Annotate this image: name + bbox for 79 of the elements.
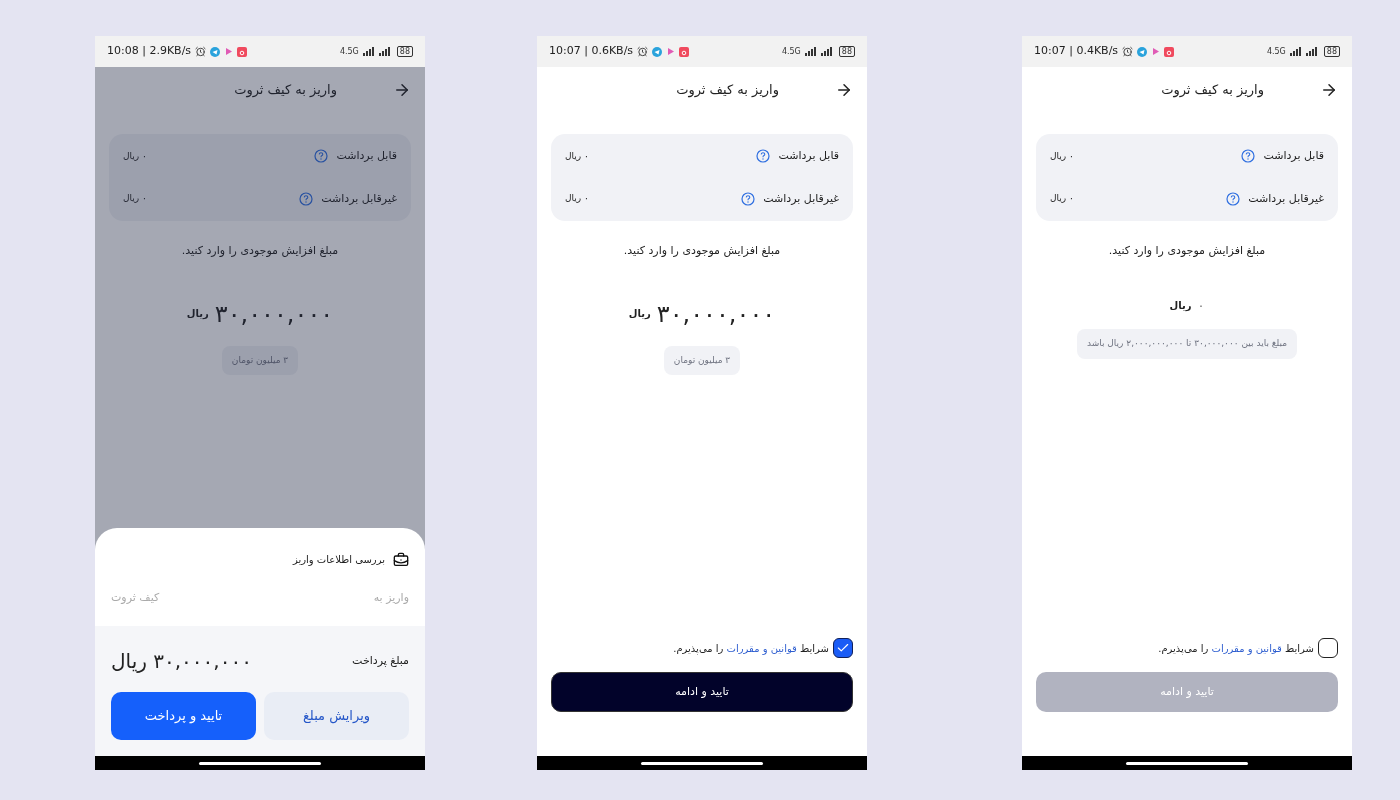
balance-label: قابل برداشت	[336, 148, 397, 164]
paper-plane-icon	[1137, 46, 1148, 57]
terms-sentence: شرایط قوانین و مقررات را می‌پذیرم.	[1158, 641, 1314, 656]
status-time: 10:08 | 2.9KB/s	[107, 43, 192, 60]
terms-checkbox[interactable]	[1318, 638, 1338, 658]
currency-unit: ریال	[1169, 298, 1192, 313]
app-icon	[1164, 46, 1175, 57]
app-icon	[237, 46, 248, 57]
battery-indicator: 88	[396, 46, 413, 57]
network-label: 4.5G	[781, 47, 801, 56]
balance-label: غیرقابل برداشت	[763, 190, 839, 207]
balance-label: قابل برداشت	[778, 148, 839, 164]
sheet-row-value: کیف ثروت	[111, 589, 160, 606]
amount-value: ۳۰,۰۰۰,۰۰۰	[656, 298, 776, 330]
continue-button[interactable]: تایید و ادامه	[551, 672, 853, 712]
battery-indicator: 88	[1323, 46, 1340, 57]
amount-hint: مبلغ باید بین ۳۰,۰۰۰,۰۰۰ تا ۲,۰۰۰,۰۰۰,۰۰۰ ریال باشد	[1076, 329, 1298, 359]
signal-icon	[1305, 47, 1318, 56]
currency-unit: ریال	[186, 307, 209, 321]
currency-unit: ریال	[628, 307, 651, 321]
balance-label: قابل برداشت	[1263, 148, 1324, 164]
balance-value: ۰ ریال	[565, 192, 589, 205]
amount-prompt: مبلغ افزایش موجودی را وارد کنید.	[622, 243, 782, 259]
battery-indicator: 88	[838, 46, 855, 57]
signal-icon	[820, 47, 833, 56]
signal-icon	[378, 47, 391, 56]
amount-hint: ۳ میلیون تومان	[663, 345, 741, 375]
amount-prompt: مبلغ افزایش موجودی را وارد کنید.	[1107, 243, 1267, 259]
balance-value: ۰ ریال	[123, 149, 147, 163]
page-title: واریز به کیف ثروت	[234, 80, 337, 100]
balance-value: ۰ ریال	[565, 149, 589, 163]
play-icon	[1151, 47, 1161, 56]
help-icon[interactable]	[741, 191, 756, 206]
network-label: 4.5G	[1266, 47, 1286, 56]
terms-link[interactable]: قوانین و مقررات	[726, 642, 797, 654]
balance-value: ۰ ریال	[1050, 192, 1074, 205]
play-icon	[224, 47, 234, 56]
sheet-row-label: واریز به	[373, 589, 409, 606]
amount-value: ۳۰,۰۰۰,۰۰۰	[214, 298, 334, 330]
total-label: مبلغ پرداخت	[352, 652, 409, 669]
balance-label: غیرقابل برداشت	[321, 190, 397, 207]
page-title: واریز به کیف ثروت	[676, 80, 779, 100]
total-amount: ۳۰,۰۰۰,۰۰۰ ریال	[111, 648, 252, 675]
terms-checkbox[interactable]	[833, 638, 853, 658]
home-indicator[interactable]	[199, 761, 321, 765]
signal-icon	[1289, 47, 1302, 56]
app-icon	[679, 46, 690, 57]
alarm-icon	[1122, 46, 1134, 57]
status-time: 10:07 | 0.4KB/s	[1034, 43, 1119, 60]
home-indicator[interactable]	[641, 761, 763, 765]
home-indicator[interactable]	[1126, 761, 1248, 765]
terms-sentence: شرایط قوانین و مقررات را می‌پذیرم.	[673, 641, 829, 656]
balance-value: ۰ ریال	[1050, 149, 1074, 163]
amount-hint: ۳ میلیون تومان	[221, 345, 299, 375]
alarm-icon	[195, 46, 207, 57]
status-time: 10:07 | 0.6KB/s	[549, 43, 634, 60]
check-icon	[836, 641, 850, 655]
signal-icon	[804, 47, 817, 56]
confirm-pay-button[interactable]: تایید و پرداخت	[111, 692, 256, 740]
help-icon[interactable]	[299, 191, 314, 206]
amount-prompt: مبلغ افزایش موجودی را وارد کنید.	[180, 243, 340, 259]
play-icon	[666, 47, 676, 56]
help-icon[interactable]	[1241, 149, 1256, 164]
signal-icon	[362, 47, 375, 56]
amount-value: ۰	[1197, 296, 1205, 315]
edit-amount-button[interactable]: ویرایش مبلغ	[264, 692, 409, 740]
page-title: واریز به کیف ثروت	[1161, 80, 1264, 100]
briefcase-icon	[393, 551, 409, 568]
sheet-title: بررسی اطلاعات واریز	[292, 553, 385, 567]
network-label: 4.5G	[339, 47, 359, 56]
balance-value: ۰ ریال	[123, 192, 147, 205]
terms-link[interactable]: قوانین و مقررات	[1211, 642, 1282, 654]
alarm-icon	[637, 46, 649, 57]
balance-label: غیرقابل برداشت	[1248, 190, 1324, 207]
help-icon[interactable]	[756, 149, 771, 164]
paper-plane-icon	[210, 46, 221, 57]
help-icon[interactable]	[314, 149, 329, 164]
paper-plane-icon	[652, 46, 663, 57]
help-icon[interactable]	[1226, 191, 1241, 206]
